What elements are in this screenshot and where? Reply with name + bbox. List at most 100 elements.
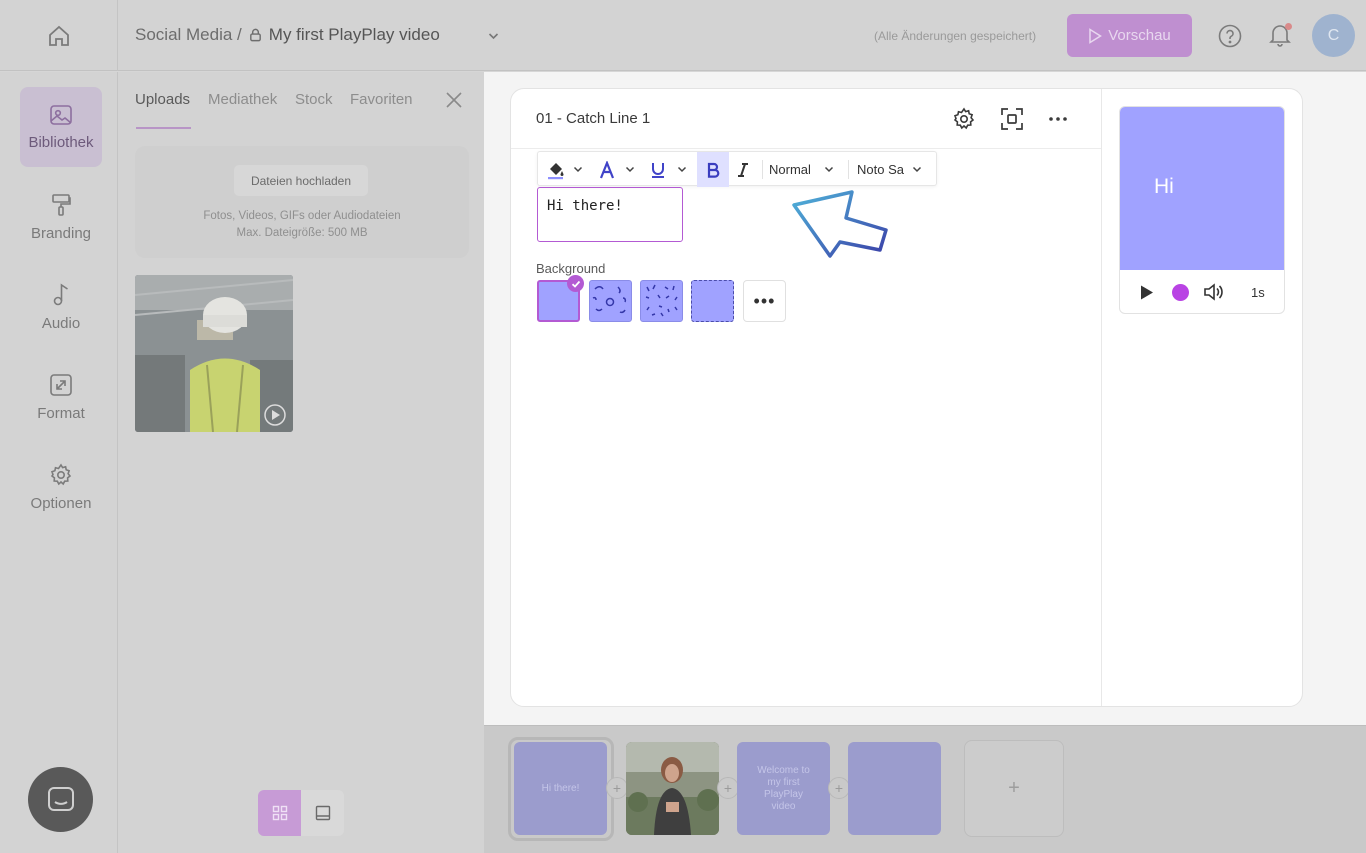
- text-format-toolbar: Normal Noto Sa: [537, 151, 937, 187]
- nav-item-audio[interactable]: Audio: [20, 267, 102, 347]
- close-icon[interactable]: [444, 90, 464, 110]
- woman-greenhouse-photo: [626, 742, 719, 835]
- gear-icon: [50, 463, 72, 485]
- chat-icon: [47, 786, 74, 811]
- bold-icon: [707, 162, 720, 178]
- record-icon[interactable]: [1172, 284, 1189, 301]
- grid-icon: [272, 805, 287, 821]
- swap-template-icon[interactable]: [999, 106, 1025, 132]
- chevron-down-icon[interactable]: [824, 164, 834, 174]
- project-name[interactable]: My first PlayPlay video: [269, 25, 440, 45]
- timeline-clip[interactable]: Hi there!: [514, 742, 607, 835]
- nav-label: Branding: [30, 224, 92, 242]
- nav-label: Bibliothek: [28, 133, 94, 151]
- active-tab-underline: [136, 127, 191, 129]
- background-swatch-border[interactable]: [691, 280, 734, 322]
- scene-duration[interactable]: 1s: [1251, 285, 1265, 300]
- underline-icon: [652, 162, 664, 178]
- nav-item-bibliothek[interactable]: Bibliothek: [20, 87, 102, 167]
- add-scene-button[interactable]: +: [964, 740, 1064, 837]
- more-options-icon[interactable]: [1047, 110, 1069, 128]
- text-color-button[interactable]: [598, 152, 616, 187]
- nav-label: Format: [37, 404, 85, 422]
- fill-color-button[interactable]: [546, 152, 566, 187]
- upload-hint: Fotos, Videos, GIFs oder Audiodateien Ma…: [135, 208, 469, 242]
- pointer-arrow-icon: [792, 190, 888, 258]
- resize-icon: [50, 373, 72, 396]
- home-icon: [48, 25, 69, 46]
- paint-roller-icon: [52, 193, 71, 216]
- worker-photo: [135, 275, 293, 432]
- timeline-clip[interactable]: Welcome to my first PlayPlay video: [737, 742, 830, 835]
- background-label: Background: [536, 261, 606, 276]
- volume-icon[interactable]: [1203, 283, 1225, 301]
- preview-label: Vorschau: [1108, 27, 1171, 44]
- chat-button[interactable]: [28, 767, 93, 832]
- selected-check-icon: [567, 275, 584, 292]
- more-backgrounds-button[interactable]: •••: [743, 280, 786, 322]
- play-icon[interactable]: [1139, 284, 1155, 301]
- font-family-select[interactable]: Noto Sa: [857, 152, 907, 187]
- chevron-down-icon[interactable]: [487, 30, 500, 42]
- divider: [762, 160, 763, 179]
- play-outline-icon: [1089, 27, 1103, 44]
- divider: [511, 148, 1101, 149]
- italic-button[interactable]: [736, 152, 750, 187]
- nav-item-format[interactable]: Format: [20, 357, 102, 437]
- save-status: (Alle Änderungen gespeichert): [874, 29, 1037, 43]
- upload-files-button[interactable]: Dateien hochladen: [234, 165, 368, 196]
- list-view-button[interactable]: [301, 790, 344, 836]
- music-note-icon: [53, 283, 68, 305]
- tab-favoriten[interactable]: Favoriten: [350, 91, 413, 108]
- settings-icon[interactable]: [952, 107, 976, 131]
- italic-icon: [738, 162, 748, 177]
- avatar[interactable]: C: [1312, 14, 1355, 57]
- text-style-value: Normal: [769, 162, 811, 177]
- nav-item-optionen[interactable]: Optionen: [20, 447, 102, 527]
- clip-text: Welcome to my first PlayPlay video: [757, 764, 810, 812]
- underline-color-button[interactable]: [650, 152, 666, 187]
- view-toggle: [258, 790, 344, 836]
- insert-scene-button[interactable]: +: [828, 777, 850, 799]
- breadcrumb: Social Media / My first PlayPlay video: [135, 25, 440, 45]
- divider: [1101, 89, 1102, 706]
- preview-text: Hi: [1154, 175, 1174, 198]
- timeline-clip[interactable]: [626, 742, 719, 835]
- chevron-down-icon[interactable]: [625, 164, 635, 174]
- insert-scene-button[interactable]: +: [606, 777, 628, 799]
- tab-mediathek[interactable]: Mediathek: [208, 91, 277, 108]
- scene-title: 01 - Catch Line 1: [536, 110, 651, 127]
- notification-dot: [1285, 23, 1292, 30]
- paint-bucket-icon: [548, 162, 564, 179]
- insert-scene-button[interactable]: +: [717, 777, 739, 799]
- grid-view-button[interactable]: [258, 790, 301, 836]
- upload-hint-size: Max. Dateigröße: 500 MB: [236, 227, 368, 239]
- left-nav: Bibliothek Branding Audio Format Optione…: [0, 72, 118, 853]
- chevron-down-icon[interactable]: [573, 164, 583, 174]
- lock-icon: [249, 28, 261, 42]
- chevron-down-icon[interactable]: [912, 164, 922, 174]
- preview-screen: [1120, 107, 1284, 270]
- uploaded-video-thumbnail[interactable]: [135, 275, 293, 432]
- background-swatch-circles[interactable]: [589, 280, 632, 322]
- panel-icon: [315, 805, 330, 821]
- tab-stock[interactable]: Stock: [295, 91, 333, 108]
- timeline-clip[interactable]: [848, 742, 941, 835]
- image-icon: [50, 104, 72, 125]
- preview-button[interactable]: Vorschau: [1067, 14, 1192, 57]
- catch-line-text-input[interactable]: Hi there!: [537, 187, 683, 242]
- text-style-select[interactable]: Normal: [769, 152, 811, 187]
- nav-label: Optionen: [30, 494, 92, 512]
- chevron-down-icon[interactable]: [677, 164, 687, 174]
- font-color-icon: [599, 160, 615, 178]
- tab-uploads[interactable]: Uploads: [135, 91, 190, 108]
- breadcrumb-parent[interactable]: Social Media /: [135, 25, 242, 45]
- bold-button[interactable]: [697, 152, 729, 187]
- background-swatch-lines[interactable]: [640, 280, 683, 322]
- help-icon[interactable]: [1217, 23, 1243, 49]
- home-button[interactable]: [0, 0, 118, 71]
- upload-hint-formats: Fotos, Videos, GIFs oder Audiodateien: [203, 210, 401, 222]
- nav-label: Audio: [41, 314, 81, 332]
- divider: [848, 160, 849, 179]
- nav-item-branding[interactable]: Branding: [20, 177, 102, 257]
